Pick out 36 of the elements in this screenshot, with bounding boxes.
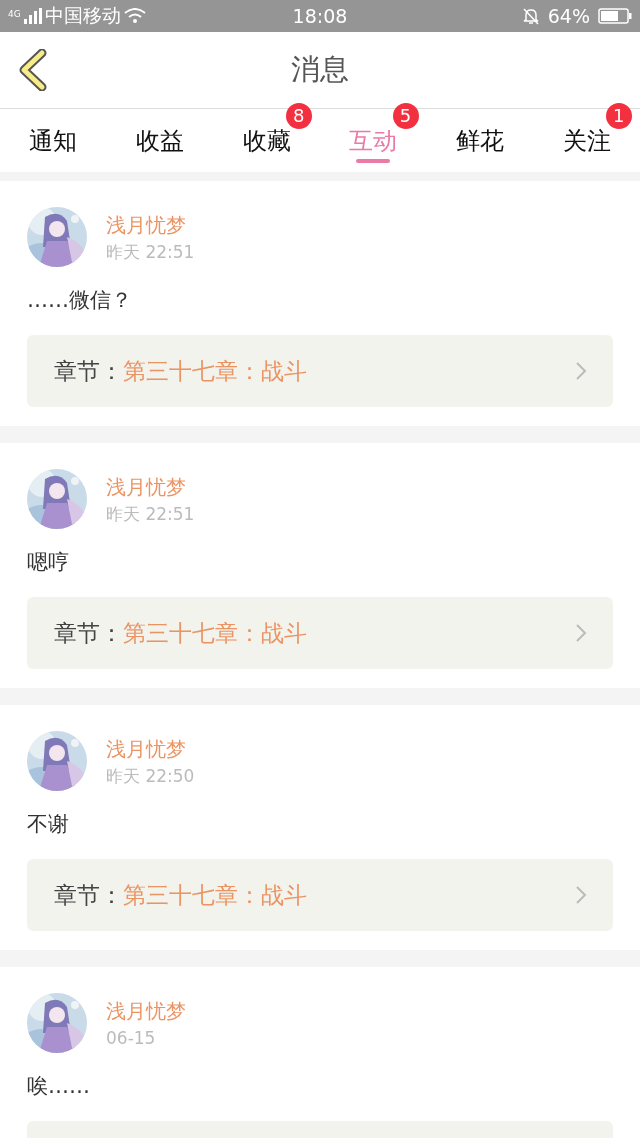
signal-icon bbox=[23, 8, 42, 24]
count-badge: 5 bbox=[392, 103, 419, 129]
timestamp: 昨天 22:51 bbox=[106, 241, 195, 264]
battery-icon bbox=[598, 8, 632, 24]
chapter-link[interactable]: 章节：第三十七章：战斗 bbox=[27, 859, 613, 931]
message-text: ……微信？ bbox=[27, 287, 133, 314]
tab[interactable]: 通知 bbox=[29, 125, 78, 156]
timestamp: 昨天 22:50 bbox=[106, 765, 195, 788]
clock: 18:08 bbox=[292, 5, 348, 27]
tab[interactable]: 收益 bbox=[136, 125, 184, 156]
chevron-right-icon bbox=[575, 623, 587, 643]
network-type: 4G bbox=[8, 9, 21, 19]
chevron-right-icon bbox=[575, 361, 587, 381]
wifi-icon bbox=[123, 8, 146, 24]
chapter-title: 第三十七章：战斗 bbox=[123, 356, 308, 386]
message-text: 不谢 bbox=[27, 811, 70, 838]
back-button[interactable] bbox=[18, 49, 48, 91]
battery-percent: 64% bbox=[547, 5, 590, 27]
chapter-label: 章节： bbox=[54, 356, 123, 386]
timestamp: 06-15 bbox=[106, 1027, 157, 1050]
carrier-name: 中国移动 bbox=[44, 3, 121, 28]
chapter-link[interactable]: 章节：第三十七章：战斗 bbox=[27, 597, 613, 669]
chevron-right-icon bbox=[575, 885, 587, 905]
chapter-title: 第三十七章：战斗 bbox=[123, 618, 308, 648]
count-badge: 8 bbox=[285, 103, 312, 129]
message-text: 嗯哼 bbox=[27, 549, 70, 576]
chapter-label: 章节： bbox=[54, 880, 123, 910]
chapter-link[interactable]: 章节：第三十七章：战斗 bbox=[27, 335, 613, 407]
count-badge: 1 bbox=[605, 103, 632, 129]
chapter-title: 第三十七章：战斗 bbox=[123, 880, 308, 910]
muted-bell-icon bbox=[521, 7, 540, 25]
message-text: 唉…… bbox=[27, 1073, 91, 1100]
page-title: 消息 bbox=[290, 51, 350, 88]
chapter-label: 章节： bbox=[54, 618, 123, 648]
timestamp: 昨天 22:51 bbox=[106, 503, 195, 526]
tab[interactable]: 鲜花 bbox=[456, 125, 504, 156]
